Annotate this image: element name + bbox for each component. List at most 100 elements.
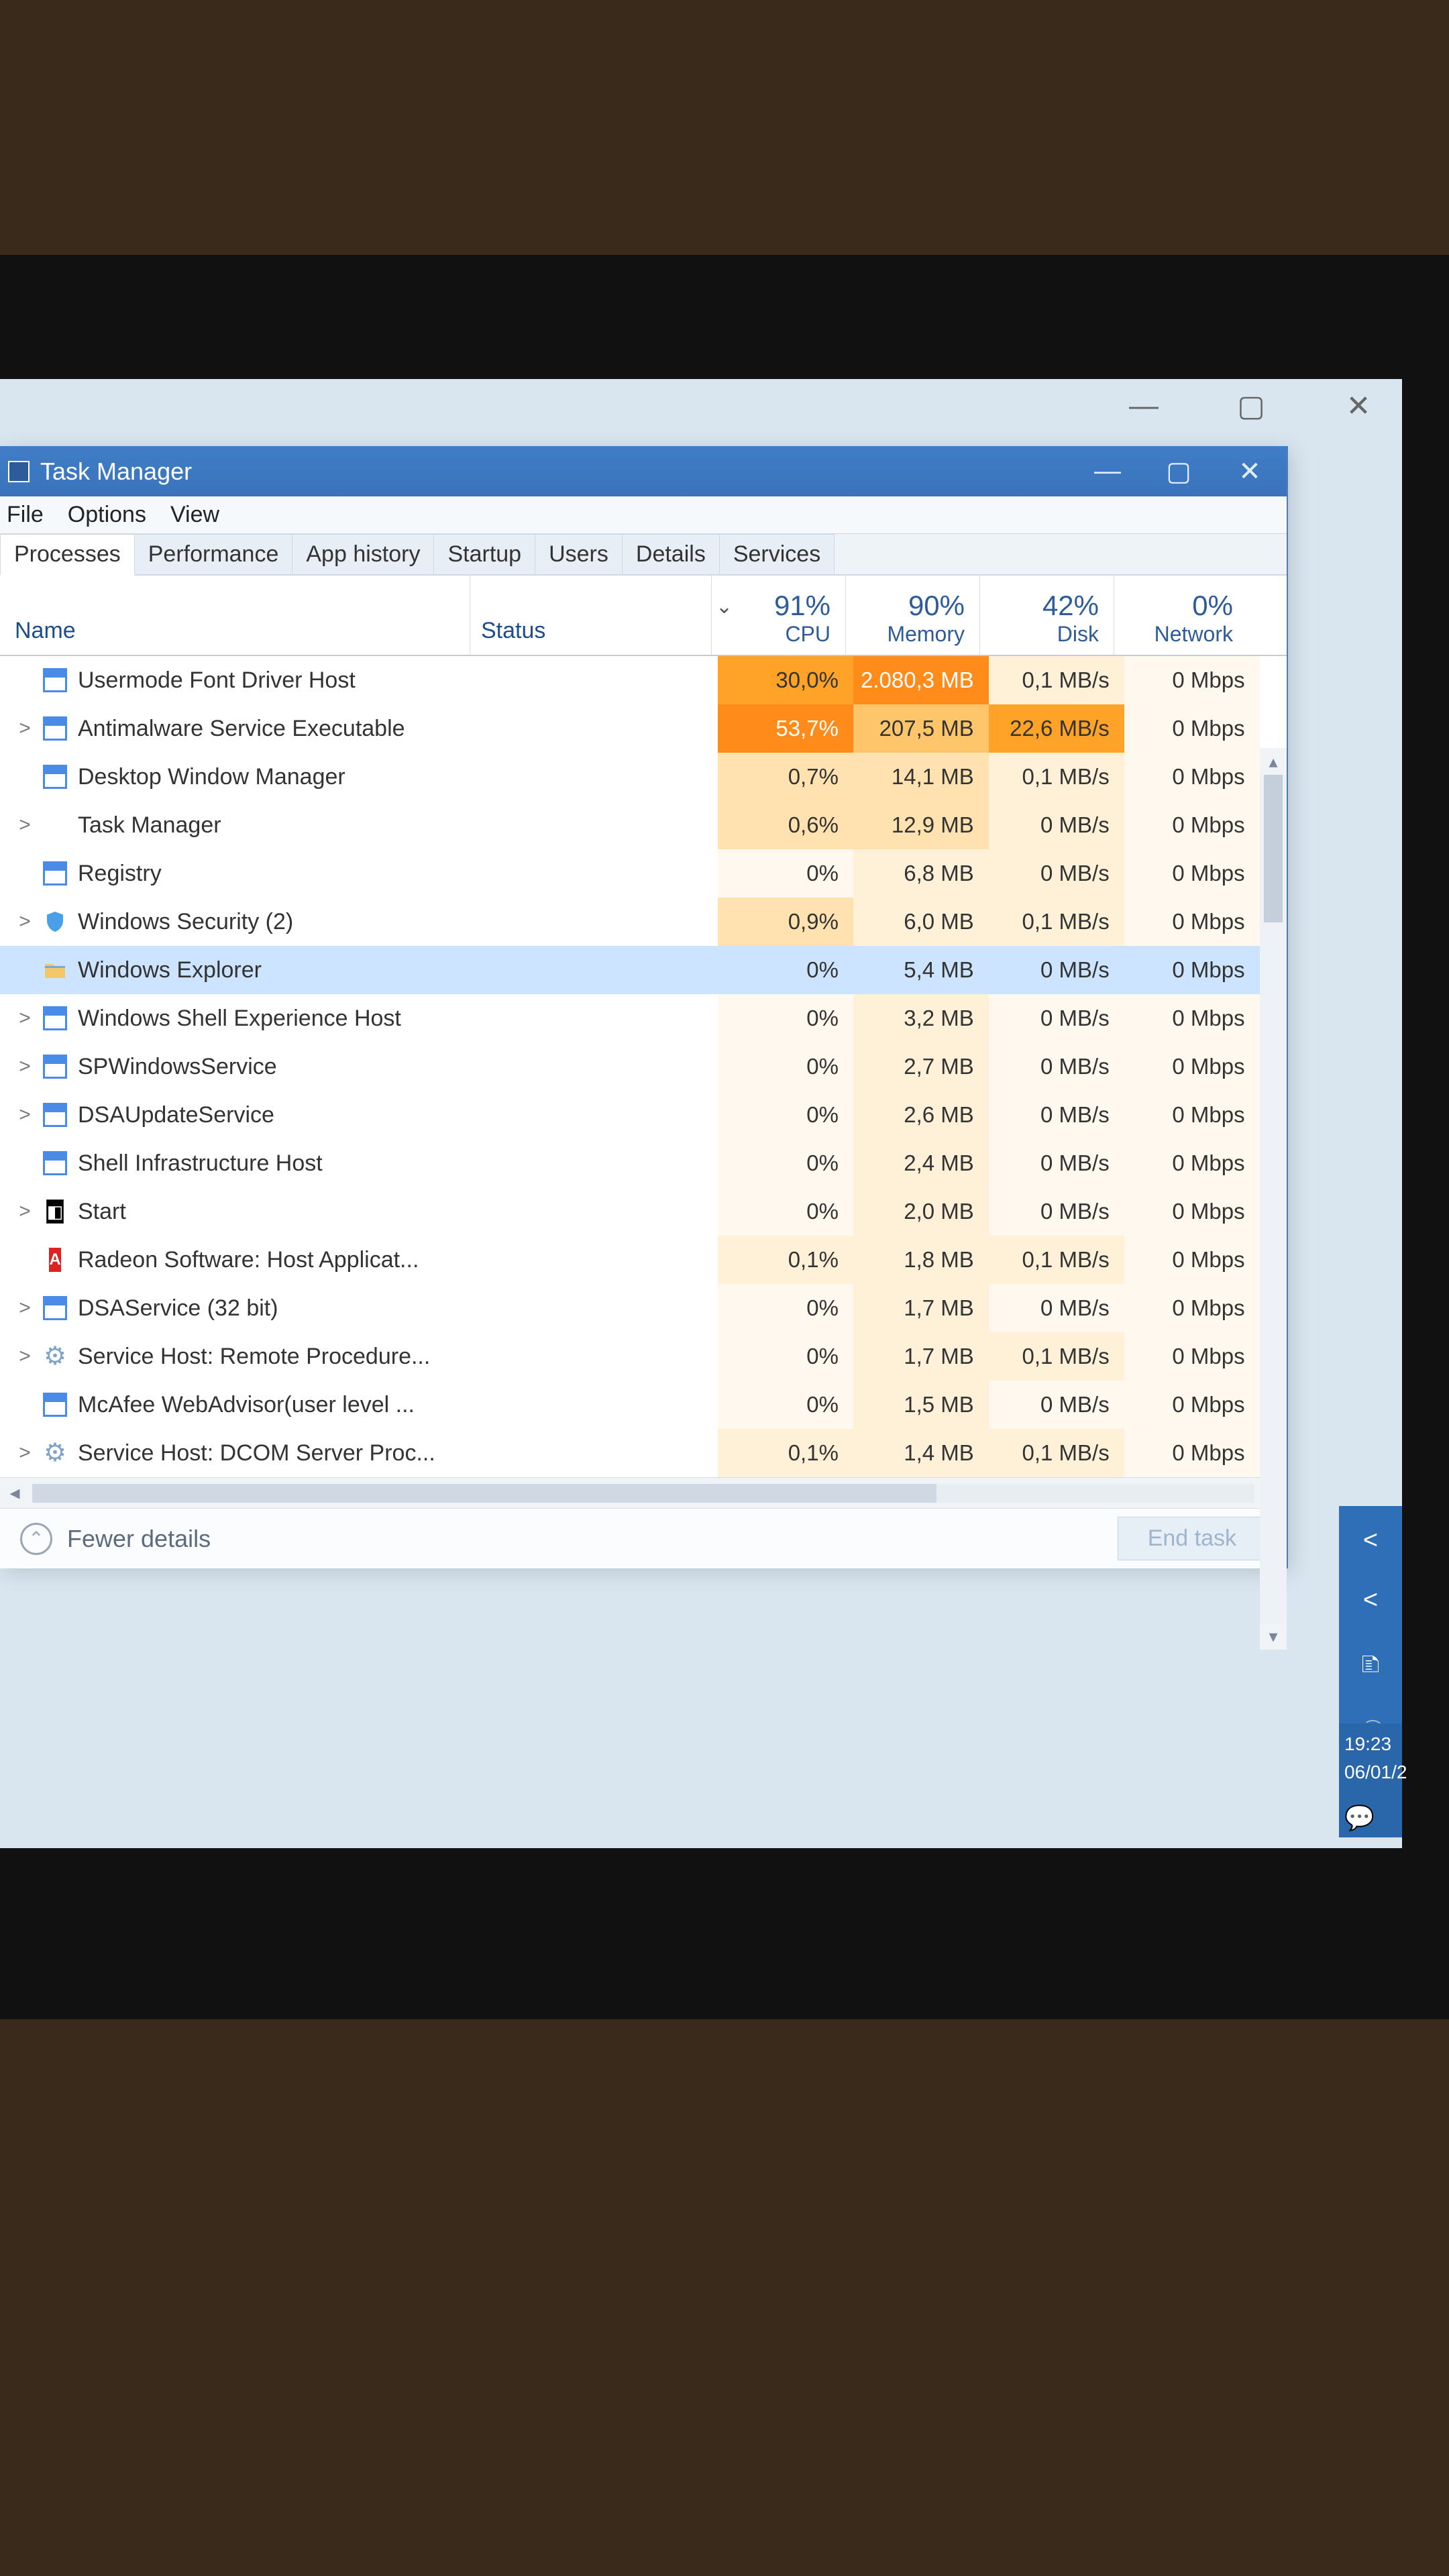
expand-icon[interactable]: > — [11, 1442, 39, 1464]
taskbar-clock[interactable]: 19:23 06/01/2 💬 — [1339, 1723, 1402, 1837]
col-name[interactable]: Name — [0, 576, 470, 655]
tab-performance[interactable]: Performance — [134, 534, 293, 574]
cpu-value: 53,7% — [718, 704, 853, 753]
vertical-scrollbar[interactable]: ▴ ▾ — [1260, 748, 1287, 1650]
disk-value: 0 MB/s — [989, 1139, 1124, 1187]
expand-icon[interactable]: > — [11, 1055, 39, 1078]
process-row[interactable]: >Antimalware Service Executable53,7%207,… — [0, 704, 1287, 753]
process-name: Start — [78, 1199, 126, 1225]
expand-icon[interactable]: > — [11, 910, 39, 933]
expand-icon[interactable]: > — [11, 1104, 39, 1126]
notifications-icon[interactable]: 💬 — [1344, 1800, 1399, 1836]
fewer-details-link[interactable]: Fewer details — [67, 1525, 1118, 1553]
memory-value: 2.080,3 MB — [853, 656, 989, 704]
cpu-value: 0% — [718, 1139, 853, 1187]
process-row[interactable]: >⚙Service Host: DCOM Server Proc...0,1%1… — [0, 1429, 1287, 1477]
expand-icon[interactable]: > — [11, 1200, 39, 1223]
memory-value: 1,7 MB — [853, 1332, 989, 1381]
network-value: 0 Mbps — [1124, 1236, 1260, 1284]
window-title: Task Manager — [40, 458, 1092, 486]
scroll-up-icon[interactable]: ▴ — [1260, 748, 1287, 775]
scroll-thumb[interactable] — [1264, 775, 1283, 922]
close-button[interactable]: ✕ — [1234, 456, 1265, 487]
expand-icon[interactable]: > — [11, 1345, 39, 1368]
end-task-button[interactable]: End task — [1118, 1517, 1267, 1560]
scroll-left-icon[interactable]: ◂ — [0, 1481, 30, 1505]
process-row[interactable]: Desktop Window Manager0,7%14,1 MB0,1 MB/… — [0, 753, 1287, 801]
tray-chevron-up-icon[interactable]: < — [1363, 1586, 1378, 1615]
tab-processes[interactable]: Processes — [0, 534, 135, 576]
col-memory[interactable]: 90% Memory — [845, 576, 979, 655]
network-value: 0 Mbps — [1124, 1187, 1260, 1236]
cpu-value: 30,0% — [718, 656, 853, 704]
process-name: Shell Infrastructure Host — [78, 1150, 323, 1177]
process-row[interactable]: >⚙Service Host: Remote Procedure...0%1,7… — [0, 1332, 1287, 1381]
cpu-value: 0% — [718, 1187, 853, 1236]
tab-services[interactable]: Services — [719, 534, 835, 574]
col-disk[interactable]: 42% Disk — [979, 576, 1114, 655]
desktop-screen: — ▢ ✕ Task Manager — ▢ ✕ File Options Vi… — [0, 379, 1402, 1848]
expand-icon[interactable]: > — [11, 1297, 39, 1320]
process-icon: ⚙ — [43, 1441, 67, 1465]
process-row[interactable]: >DSAService (32 bit)0%1,7 MB0 MB/s0 Mbps — [0, 1284, 1287, 1332]
tab-startup[interactable]: Startup — [433, 534, 535, 574]
process-icon — [43, 1006, 67, 1030]
cpu-value: 0% — [718, 1091, 853, 1139]
expand-icon[interactable]: > — [11, 814, 39, 837]
titlebar[interactable]: Task Manager — ▢ ✕ — [0, 446, 1287, 496]
minimize-button[interactable]: — — [1092, 456, 1123, 487]
process-row[interactable]: Registry0%6,8 MB0 MB/s0 Mbps — [0, 849, 1287, 898]
col-cpu[interactable]: 91%⌄ CPU — [711, 576, 845, 655]
network-value: 0 Mbps — [1124, 1332, 1260, 1381]
hscroll-thumb[interactable] — [32, 1484, 936, 1503]
disk-value: 0 MB/s — [989, 849, 1124, 898]
process-row[interactable]: McAfee WebAdvisor(user level ...0%1,5 MB… — [0, 1381, 1287, 1429]
process-row[interactable]: >Windows Security (2)0,9%6,0 MB0,1 MB/s0… — [0, 898, 1287, 946]
menu-file[interactable]: File — [7, 502, 44, 528]
process-row[interactable]: >Task Manager0,6%12,9 MB0 MB/s0 Mbps — [0, 801, 1287, 849]
bg-minimize-icon[interactable]: — — [1120, 389, 1167, 423]
battery-icon[interactable]: 🗈 — [1361, 1646, 1380, 1689]
process-icon — [43, 861, 67, 885]
memory-value: 6,0 MB — [853, 898, 989, 946]
tab-app-history[interactable]: App history — [292, 534, 434, 574]
memory-value: 12,9 MB — [853, 801, 989, 849]
process-name: Windows Shell Experience Host — [78, 1006, 401, 1032]
process-row[interactable]: >SPWindowsService0%2,7 MB0 MB/s0 Mbps — [0, 1042, 1287, 1091]
process-row[interactable]: Windows Explorer0%5,4 MB0 MB/s0 Mbps — [0, 946, 1287, 994]
process-row[interactable]: ARadeon Software: Host Applicat...0,1%1,… — [0, 1236, 1287, 1284]
col-status[interactable]: Status — [470, 576, 711, 655]
collapse-icon[interactable]: ⌃ — [20, 1523, 52, 1555]
process-icon — [43, 813, 67, 837]
bg-maximize-icon[interactable]: ▢ — [1228, 389, 1275, 423]
process-row[interactable]: >Windows Shell Experience Host0%3,2 MB0 … — [0, 994, 1287, 1042]
cpu-value: 0% — [718, 849, 853, 898]
process-row[interactable]: >◧Start0%2,0 MB0 MB/s0 Mbps — [0, 1187, 1287, 1236]
process-row[interactable]: >DSAUpdateService0%2,6 MB0 MB/s0 Mbps — [0, 1091, 1287, 1139]
task-manager-window: Task Manager — ▢ ✕ File Options View Pro… — [0, 446, 1288, 1568]
network-value: 0 Mbps — [1124, 898, 1260, 946]
maximize-button[interactable]: ▢ — [1163, 456, 1194, 487]
process-row[interactable]: Usermode Font Driver Host30,0%2.080,3 MB… — [0, 656, 1287, 704]
memory-value: 1,5 MB — [853, 1381, 989, 1429]
expand-icon[interactable]: > — [11, 1007, 39, 1030]
menu-bar: File Options View — [0, 496, 1287, 534]
process-name: DSAService (32 bit) — [78, 1295, 278, 1322]
horizontal-scrollbar[interactable]: ◂ ▸ — [0, 1477, 1287, 1508]
tray-chevron-icon[interactable]: < — [1363, 1526, 1378, 1555]
expand-icon[interactable]: > — [11, 717, 39, 740]
tab-details[interactable]: Details — [622, 534, 720, 574]
menu-view[interactable]: View — [170, 502, 219, 528]
network-value: 0 Mbps — [1124, 753, 1260, 801]
process-row[interactable]: Shell Infrastructure Host0%2,4 MB0 MB/s0… — [0, 1139, 1287, 1187]
scroll-down-icon[interactable]: ▾ — [1260, 1623, 1287, 1650]
disk-value: 0 MB/s — [989, 1042, 1124, 1091]
bg-close-icon[interactable]: ✕ — [1335, 389, 1382, 423]
cpu-value: 0% — [718, 946, 853, 994]
tab-users[interactable]: Users — [535, 534, 623, 574]
menu-options[interactable]: Options — [68, 502, 146, 528]
process-icon — [43, 910, 67, 934]
col-network[interactable]: 0% Network — [1114, 576, 1248, 655]
process-icon: ◧ — [43, 1199, 67, 1224]
process-name: Windows Security (2) — [78, 909, 293, 935]
